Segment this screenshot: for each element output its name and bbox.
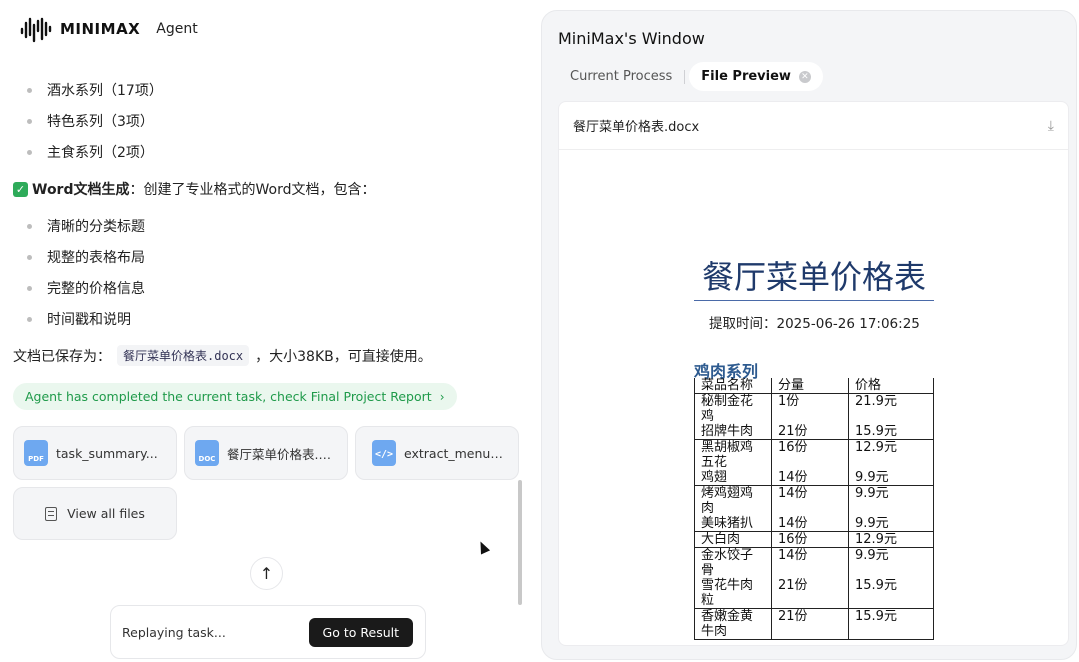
table-row: 金水饺子 骨 14份 9.9元	[694, 547, 934, 578]
table-cell: 21份	[771, 608, 849, 640]
saved-filename: 餐厅菜单价格表.docx	[117, 345, 250, 366]
file-card-code[interactable]: </> extract_menu_...	[355, 426, 519, 480]
table-row: 鸡翅 14份 9.9元	[694, 470, 934, 486]
list-item: 规整的表格布局	[27, 247, 145, 267]
table-row: 黑胡椒鸡 五花 16份 12.9元	[694, 439, 934, 470]
table-cell: 21份	[771, 424, 849, 440]
table-cell: 15.9元	[848, 578, 934, 609]
table-header: 分量	[771, 378, 849, 394]
table-cell: 招牌牛肉	[694, 424, 772, 440]
table-cell: 秘制金花 鸡	[694, 393, 772, 424]
menu-table: 菜品名称 分量 价格 秘制金花 鸡 1份 21.9元 招牌牛肉 21份 15.9元 黑胡椒鸡…	[694, 378, 934, 640]
replay-bar: Replaying task... Go to Result	[110, 605, 426, 659]
file-preview: 餐厅菜单价格表.docx ⤓ 餐厅菜单价格表 提取时间：2025-06-26 1…	[558, 101, 1069, 646]
scrollbar[interactable]	[518, 480, 522, 605]
table-header-row: 菜品名称 分量 价格	[694, 378, 934, 394]
tab-file-preview[interactable]: File Preview ✕	[689, 62, 823, 91]
table-cell: 9.9元	[848, 470, 934, 486]
table-cell: 15.9元	[848, 608, 934, 640]
close-icon[interactable]: ✕	[798, 70, 811, 83]
file-name: 餐厅菜单价格表.d...	[227, 446, 337, 462]
table-row: 秘制金花 鸡 1份 21.9元	[694, 393, 934, 424]
table-row: 大白肉 16份 12.9元	[694, 531, 934, 548]
window-title: MiniMax's Window	[558, 29, 705, 48]
file-name: extract_menu_...	[404, 445, 508, 461]
arrow-up-icon: ↑	[259, 564, 274, 583]
window-tabs: Current Process File Preview ✕	[558, 62, 823, 91]
code-file-icon: </>	[372, 440, 396, 466]
list-item: 主食系列（2项）	[27, 142, 154, 162]
download-icon[interactable]: ⤓	[1048, 118, 1054, 134]
table-cell: 烤鸡翅鸡 肉	[694, 485, 772, 516]
table-row: 招牌牛肉 21份 15.9元	[694, 424, 934, 440]
table-cell: 9.9元	[848, 547, 934, 578]
table-header: 菜品名称	[694, 378, 772, 394]
file-list-icon	[45, 506, 58, 521]
table-cell: 鸡翅	[694, 470, 772, 486]
file-card-doc[interactable]: DOC 餐厅菜单价格表.d...	[184, 426, 348, 480]
replay-status: Replaying task...	[122, 624, 226, 640]
table-cell: 黑胡椒鸡 五花	[694, 439, 772, 470]
file-name: task_summary...	[56, 445, 158, 461]
check-icon: ✓	[13, 181, 28, 197]
table-row: 雪花牛肉 粒 21份 15.9元	[694, 578, 934, 609]
table-row: 美味猪扒 14份 9.9元	[694, 516, 934, 532]
table-cell: 14份	[771, 516, 849, 532]
table-cell: 12.9元	[848, 531, 934, 548]
table-cell: 14份	[771, 547, 849, 578]
list-item: 特色系列（3项）	[27, 111, 154, 131]
mouse-cursor-icon	[475, 539, 491, 555]
doc-title: 餐厅菜单价格表	[694, 252, 934, 301]
tab-current-process[interactable]: Current Process	[558, 62, 684, 91]
list-item: 清晰的分类标题	[27, 216, 145, 236]
table-row: 香嫩金黄 牛肉 21份 15.9元	[694, 608, 934, 640]
table-cell: 14份	[771, 470, 849, 486]
scroll-up-button[interactable]: ↑	[250, 557, 283, 590]
table-cell: 16份	[771, 439, 849, 470]
task-complete-banner[interactable]: Agent has completed the current task, ch…	[13, 383, 457, 410]
file-card-pdf[interactable]: PDF task_summary...	[13, 426, 177, 480]
table-cell: 12.9元	[848, 439, 934, 470]
word-heading: ✓ Word文档生成 ：创建了专业格式的Word文档，包含：	[13, 179, 375, 199]
tab-divider	[684, 69, 686, 84]
saved-line: 文档已保存为： 餐厅菜单价格表.docx ，大小38KB，可直接使用。	[13, 345, 432, 366]
brand-name: MINIMAX	[60, 20, 141, 38]
list-item: 时间戳和说明	[27, 309, 131, 329]
table-cell: 雪花牛肉 粒	[694, 578, 772, 609]
table-row: 烤鸡翅鸡 肉 14份 9.9元	[694, 485, 934, 516]
chevron-right-icon: ›	[439, 389, 445, 404]
view-all-files-button[interactable]: View all files	[13, 487, 177, 540]
preview-header: 餐厅菜单价格表.docx ⤓	[559, 102, 1068, 150]
preview-filename: 餐厅菜单价格表.docx	[573, 120, 700, 135]
minimax-window: MiniMax's Window Current Process File Pr…	[541, 10, 1077, 660]
table-cell: 16份	[771, 531, 849, 548]
go-to-result-button[interactable]: Go to Result	[308, 617, 413, 647]
table-cell: 21.9元	[848, 393, 934, 424]
table-header: 价格	[848, 378, 934, 394]
table-cell: 9.9元	[848, 516, 934, 532]
doc-file-icon: DOC	[195, 440, 219, 466]
list-item: 酒水系列（17项）	[27, 80, 163, 100]
pdf-file-icon: PDF	[24, 440, 48, 466]
table-cell: 9.9元	[848, 485, 934, 516]
table-cell: 美味猪扒	[694, 516, 772, 532]
table-cell: 金水饺子 骨	[694, 547, 772, 578]
table-cell: 1份	[771, 393, 849, 424]
brand-subtitle: Agent	[156, 21, 198, 37]
table-cell: 香嫩金黄 牛肉	[694, 608, 772, 640]
table-cell: 15.9元	[848, 424, 934, 440]
table-cell: 大白肉	[694, 531, 772, 548]
table-cell: 21份	[771, 578, 849, 609]
table-cell: 14份	[771, 485, 849, 516]
list-item: 完整的价格信息	[27, 278, 145, 298]
chat-pane: MINIMAX Agent 酒水系列（17项） 特色系列（3项） 主食系列（2项…	[0, 0, 530, 662]
brand[interactable]: MINIMAX Agent	[20, 14, 198, 44]
minimax-logo-icon	[20, 17, 52, 43]
doc-timestamp: 提取时间：2025-06-26 17:06:25	[709, 316, 920, 332]
